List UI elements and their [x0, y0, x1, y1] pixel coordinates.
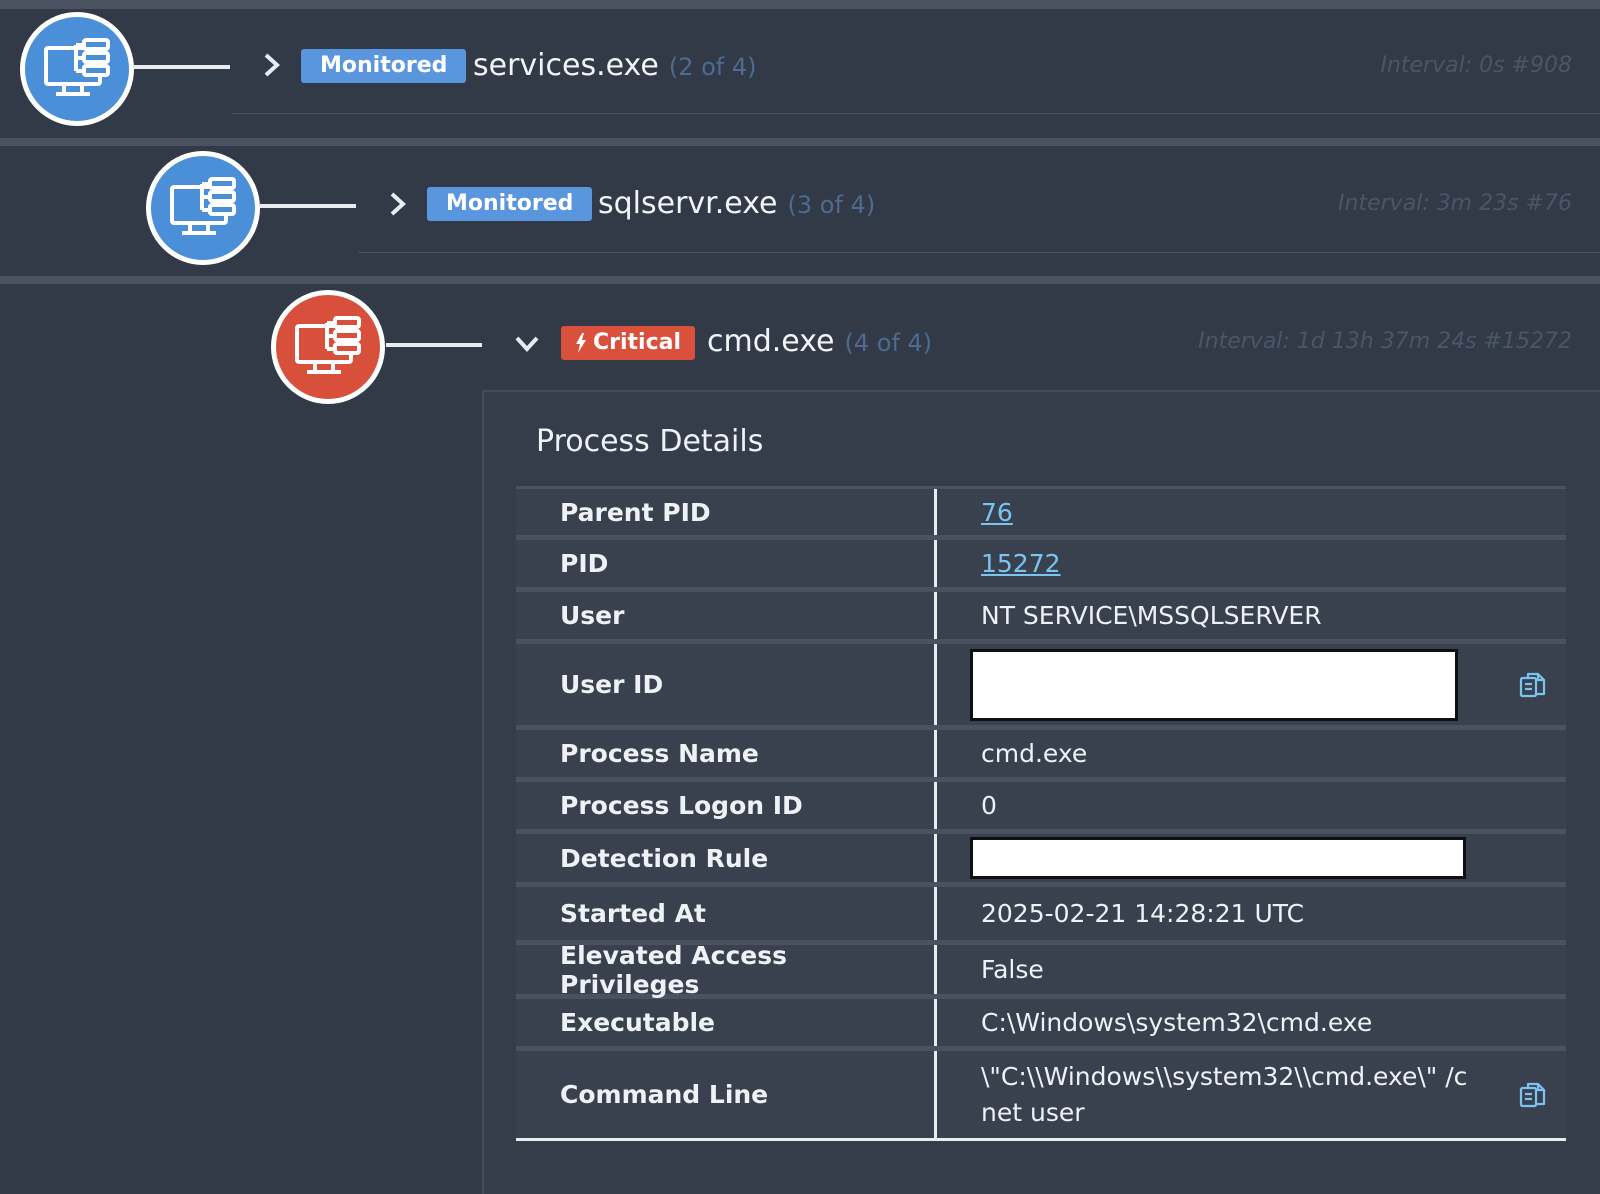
row-label: PID [560, 549, 609, 578]
table-row: Executable C:\Windows\system32\cmd.exe [516, 999, 1566, 1051]
interval-label: Interval: 3m 23s #76 [1338, 191, 1572, 216]
computer-process-icon [20, 12, 134, 126]
pid-link[interactable]: 15272 [981, 549, 1061, 578]
process-name-label[interactable]: services.exe (2 of 4) [473, 48, 757, 85]
redacted-value [970, 648, 1458, 721]
table-row: Parent PID 76 [516, 486, 1566, 540]
row-value: 76 [934, 489, 1566, 535]
copy-icon[interactable] [1518, 1080, 1548, 1110]
row-label: User ID [560, 670, 664, 699]
table-row: Elevated Access Privileges False [516, 940, 1566, 999]
row-label: Started At [560, 899, 706, 928]
row-value: False [934, 945, 1566, 994]
process-name: cmd.exe [707, 324, 835, 359]
process-name-label[interactable]: cmd.exe (4 of 4) [707, 324, 932, 361]
process-row-services[interactable]: Monitored services.exe (2 of 4) Interval:… [0, 0, 1600, 138]
details-table: Parent PID 76 PID 15272 User NT SERVICE\… [516, 486, 1566, 1141]
process-count: (3 of 4) [787, 191, 876, 219]
status-badge-label: Critical [593, 330, 682, 355]
row-divider [232, 113, 1600, 114]
row-label: Process Name [560, 739, 759, 768]
row-value: 15272 [934, 540, 1566, 587]
chevron-right-icon[interactable] [258, 52, 284, 78]
table-row: Detection Rule [516, 834, 1566, 887]
computer-process-icon [271, 290, 385, 404]
tree-connector [260, 204, 356, 208]
command-line-value: \"C:\\Windows\\system32\\cmd.exe\" /c ne… [981, 1061, 1468, 1127]
row-value: 0 [934, 782, 1566, 829]
table-row: Command Line \"C:\\Windows\\system32\\cm… [516, 1051, 1566, 1141]
process-row-sqlservr[interactable]: Monitored sqlservr.exe (3 of 4) Interval:… [0, 146, 1600, 276]
row-label: Executable [560, 1008, 716, 1037]
table-row: User NT SERVICE\MSSQLSERVER [516, 592, 1566, 644]
row-separator [0, 276, 1600, 284]
table-row: PID 15272 [516, 540, 1566, 592]
parent-pid-link[interactable]: 76 [981, 498, 1013, 527]
interval-label: Interval: 0s #908 [1380, 53, 1572, 78]
table-row: Process Logon ID 0 [516, 782, 1566, 834]
row-value: C:\Windows\system32\cmd.exe [934, 999, 1566, 1046]
row-label: Process Logon ID [560, 791, 803, 820]
tree-connector [134, 65, 230, 69]
row-value: cmd.exe [934, 730, 1566, 777]
copy-icon[interactable] [1518, 670, 1548, 700]
chevron-right-icon[interactable] [384, 191, 410, 217]
row-divider [358, 252, 1600, 253]
process-tree-view: Monitored services.exe (2 of 4) Interval:… [0, 0, 1600, 1194]
process-name: sqlservr.exe [598, 186, 778, 221]
redacted-value [970, 837, 1466, 879]
row-label: Detection Rule [560, 843, 769, 873]
process-count: (4 of 4) [844, 329, 933, 357]
row-label: Command Line [560, 1080, 769, 1109]
row-separator [0, 138, 1600, 146]
status-badge: Critical [561, 326, 696, 360]
chevron-down-icon[interactable] [514, 330, 540, 356]
details-title: Process Details [536, 424, 764, 459]
process-count: (2 of 4) [668, 53, 757, 81]
row-value [934, 834, 1566, 882]
table-row: User ID [516, 644, 1566, 730]
process-name-label[interactable]: sqlservr.exe (3 of 4) [598, 186, 875, 223]
row-value: NT SERVICE\MSSQLSERVER [934, 592, 1566, 639]
row-label: Elevated Access Privileges [560, 940, 787, 999]
computer-process-icon [146, 151, 260, 265]
row-value: 2025-02-21 14:28:21 UTC [934, 887, 1566, 940]
tree-connector [386, 343, 482, 347]
status-badge: Monitored [301, 49, 467, 83]
lightning-bolt-icon [576, 333, 586, 353]
table-row: Started At 2025-02-21 14:28:21 UTC [516, 887, 1566, 945]
row-value [934, 644, 1566, 725]
status-badge: Monitored [427, 187, 593, 221]
row-value: \"C:\\Windows\\system32\\cmd.exe\" /c ne… [934, 1051, 1566, 1138]
process-name: services.exe [473, 48, 659, 83]
process-row-cmd[interactable]: Critical cmd.exe (4 of 4) Interval: 1d 13… [0, 284, 1600, 404]
interval-label: Interval: 1d 13h 37m 24s #15272 [1198, 329, 1572, 354]
row-label: Parent PID [560, 497, 711, 527]
row-label: User [560, 601, 625, 630]
table-row: Process Name cmd.exe [516, 730, 1566, 782]
